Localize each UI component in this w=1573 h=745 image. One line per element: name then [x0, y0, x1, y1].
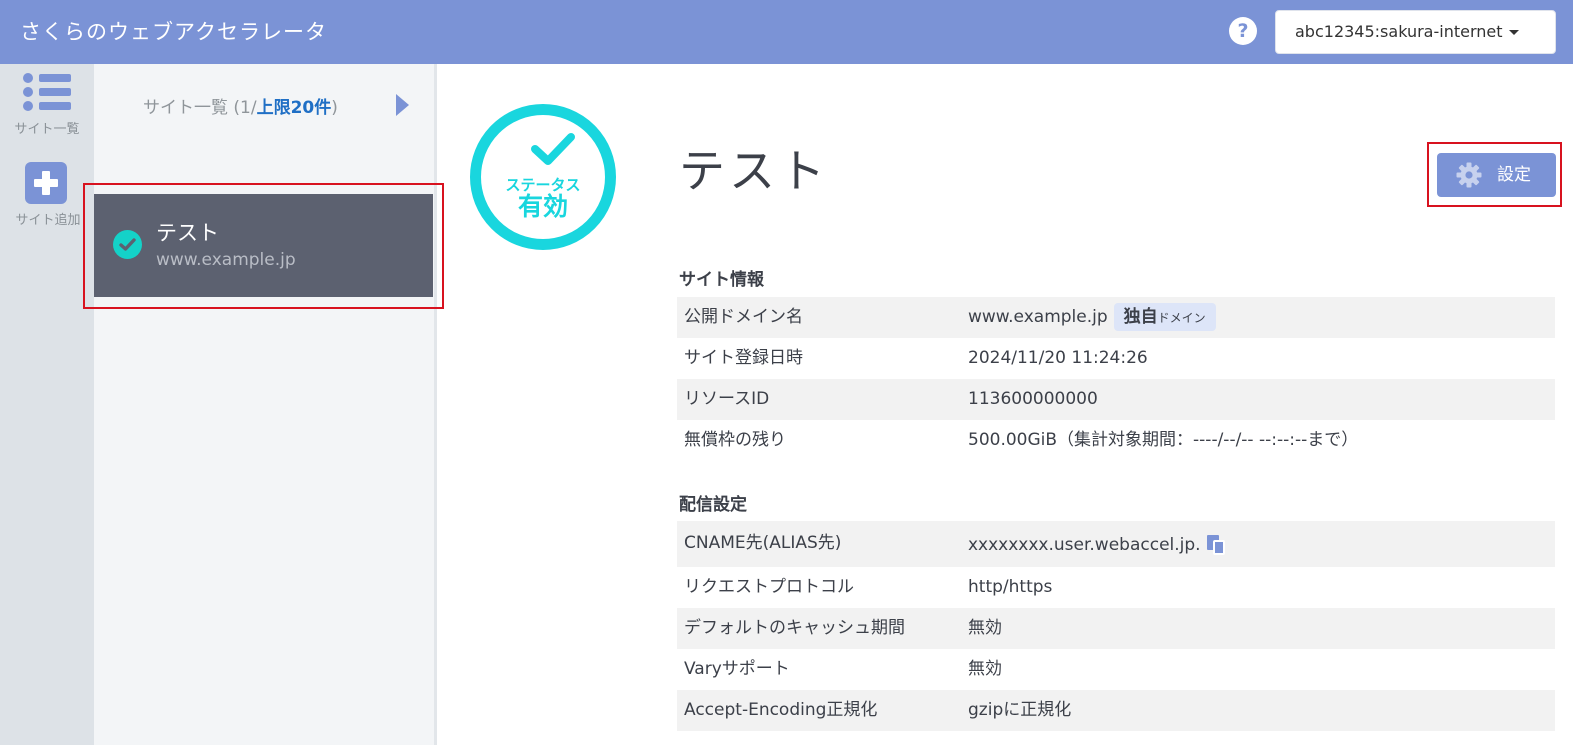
- info-value: http/https: [968, 577, 1053, 597]
- info-value: 113600000000: [968, 389, 1098, 409]
- info-value: 500.00GiB（集計対象期間：----/--/-- --:--:--まで）: [968, 430, 1359, 450]
- info-value: 無効: [968, 659, 1002, 679]
- caret-down-icon: [1508, 30, 1519, 35]
- info-value: 無効: [968, 618, 1002, 638]
- rail-site-list-label: サイト一覧: [14, 122, 80, 137]
- info-row-cache: デフォルトのキャッシュ期間 無効: [677, 608, 1555, 649]
- info-value: 2024/11/20 11:24:26: [968, 348, 1148, 368]
- help-icon[interactable]: ?: [1229, 17, 1257, 45]
- status-check-icon: [531, 133, 575, 165]
- section-title-delivery: 配信設定: [679, 495, 747, 515]
- info-row-domain: 公開ドメイン名 www.example.jp 独自ドメイン: [677, 297, 1555, 338]
- highlight-box-site: [83, 183, 444, 309]
- copy-icon[interactable]: [1206, 535, 1225, 555]
- panel-divider: [434, 64, 437, 745]
- info-row-vary: Varyサポート 無効: [677, 649, 1555, 690]
- site-list-panel: [94, 64, 434, 745]
- info-value: xxxxxxxx.user.webaccel.jp.: [968, 521, 1225, 569]
- info-key: サイト登録日時: [684, 348, 803, 368]
- list-icon: [23, 73, 71, 111]
- info-key: Varyサポート: [684, 659, 790, 679]
- plus-icon: [25, 162, 67, 204]
- domain-value: www.example.jp: [968, 307, 1108, 327]
- rail-item-add-site[interactable]: サイト追加: [0, 154, 94, 234]
- status-value: 有効: [517, 192, 568, 221]
- rail-add-site-label: サイト追加: [15, 213, 81, 228]
- info-row-cname: CNAME先(ALIAS先) xxxxxxxx.user.webaccel.jp…: [677, 521, 1555, 567]
- status-badge: ステータス 有効: [470, 104, 616, 250]
- info-row-registered: サイト登録日時 2024/11/20 11:24:26: [677, 338, 1555, 379]
- account-select[interactable]: abc12345:sakura-internet: [1275, 10, 1556, 54]
- account-name: abc12345:sakura-internet: [1295, 22, 1503, 41]
- chevron-right-icon[interactable]: [396, 94, 409, 116]
- info-key: CNAME先(ALIAS先): [684, 533, 842, 553]
- info-value: www.example.jp 独自ドメイン: [968, 297, 1216, 338]
- info-row-protocol: リクエストプロトコル http/https: [677, 567, 1555, 608]
- site-limit: 上限20件: [256, 98, 332, 118]
- info-key: Accept-Encoding正規化: [684, 700, 878, 720]
- page-title: テスト: [679, 144, 829, 198]
- section-title-site-info: サイト情報: [679, 270, 764, 290]
- highlight-box-settings: [1427, 142, 1562, 207]
- custom-domain-tag: 独自ドメイン: [1113, 303, 1216, 331]
- info-row-resource-id: リソースID 113600000000: [677, 379, 1555, 420]
- icon-rail: サイト一覧 サイト追加: [0, 64, 94, 745]
- info-key: 無償枠の残り: [684, 430, 786, 450]
- info-key: リソースID: [684, 389, 770, 409]
- info-key: リクエストプロトコル: [684, 577, 854, 597]
- info-row-encoding: Accept-Encoding正規化 gzipに正規化: [677, 690, 1555, 731]
- info-key: 公開ドメイン名: [684, 307, 803, 327]
- info-row-quota: 無償枠の残り 500.00GiB（集計対象期間：----/--/-- --:--…: [677, 420, 1555, 461]
- info-key: デフォルトのキャッシュ期間: [684, 618, 905, 638]
- status-label: ステータス: [505, 176, 581, 194]
- top-header: さくらのウェブアクセラレータ ? abc12345:sakura-interne…: [0, 0, 1573, 64]
- site-list-heading: サイト一覧 (1/上限20件): [143, 98, 338, 118]
- app-title: さくらのウェブアクセラレータ: [20, 20, 327, 44]
- cname-value: xxxxxxxx.user.webaccel.jp.: [968, 535, 1201, 555]
- rail-item-site-list[interactable]: サイト一覧: [0, 64, 94, 144]
- info-value: gzipに正規化: [968, 700, 1072, 720]
